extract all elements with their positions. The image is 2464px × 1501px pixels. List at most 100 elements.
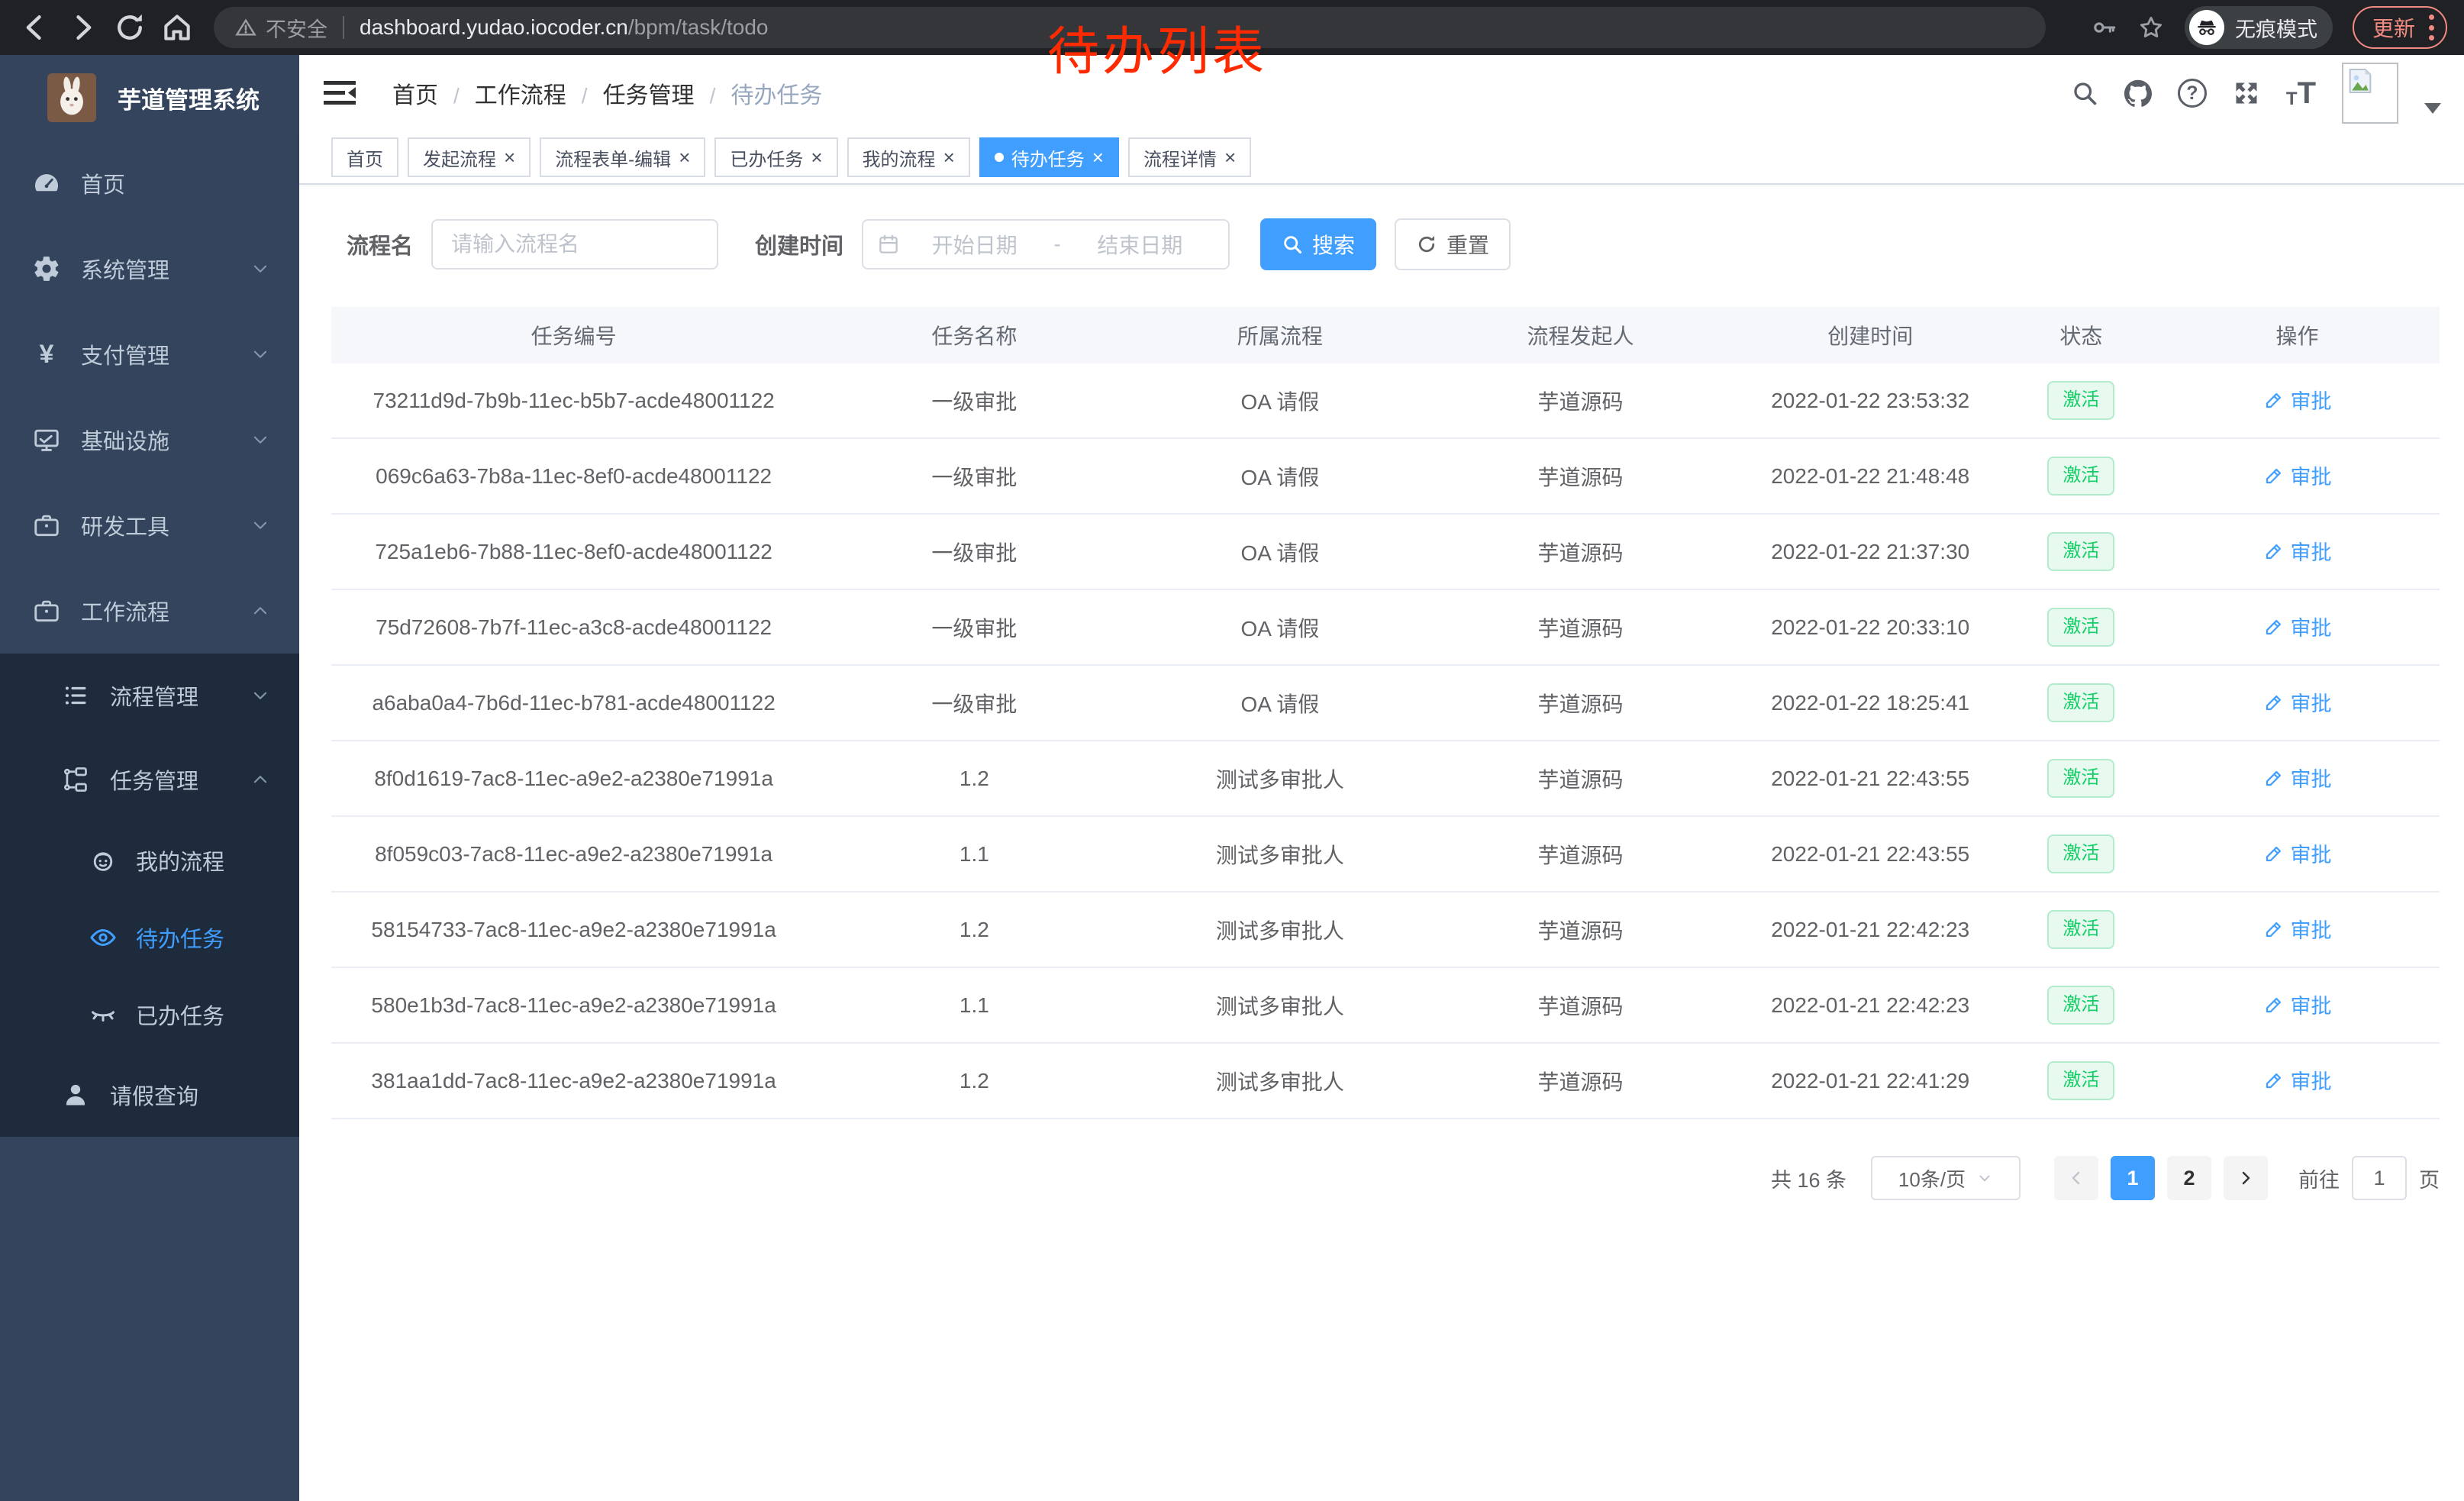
url-path[interactable]: /bpm/task/todo <box>628 15 769 40</box>
github-icon[interactable] <box>2124 79 2152 107</box>
browser-forward-icon[interactable] <box>66 11 99 44</box>
tab-todo-tasks[interactable]: 待办任务 × <box>979 137 1119 177</box>
page-number-button[interactable]: 1 <box>2111 1156 2155 1200</box>
avatar[interactable] <box>2342 63 2398 124</box>
starter-cell: 芋道源码 <box>1427 537 1733 567</box>
sidebar-item-workflow[interactable]: 工作流程 <box>0 568 299 654</box>
tab-home[interactable]: 首页 <box>331 137 398 177</box>
sidebar-item-infrastructure[interactable]: 基础设施 <box>0 397 299 483</box>
tab-label: 流程详情 <box>1143 144 1217 171</box>
search-button[interactable]: 搜索 <box>1260 218 1376 270</box>
filter-bar: 流程名 创建时间 开始日期 - 结束日期 搜索 <box>331 218 2440 270</box>
status-badge: 激活 <box>2047 759 2114 797</box>
action-cell: 审批 <box>2155 1065 2440 1096</box>
sidebar-item-system-management[interactable]: 系统管理 <box>0 226 299 311</box>
help-icon[interactable]: ? <box>2178 79 2207 108</box>
goto-page-input[interactable] <box>2352 1156 2407 1200</box>
sidebar-item-process-management[interactable]: 流程管理 <box>0 654 299 738</box>
breadcrumb-item[interactable]: 任务管理 <box>566 76 695 110</box>
approve-link[interactable]: 审批 <box>2263 385 2332 415</box>
sidebar-item-my-process[interactable]: 我的流程 <box>0 822 299 899</box>
col-actions: 操作 <box>2155 320 2440 350</box>
tab-process-detail[interactable]: 流程详情 × <box>1128 137 1251 177</box>
col-created: 创建时间 <box>1734 320 2008 350</box>
task-name-cell: 1.1 <box>816 993 1132 1018</box>
incognito-icon <box>2189 10 2224 45</box>
action-cell: 审批 <box>2155 612 2440 643</box>
end-date-placeholder[interactable]: 结束日期 <box>1066 229 1214 260</box>
approve-link[interactable]: 审批 <box>2263 536 2332 566</box>
approve-link[interactable]: 审批 <box>2263 687 2332 717</box>
fullscreen-icon[interactable] <box>2233 79 2260 107</box>
browser-home-icon[interactable] <box>160 11 194 44</box>
browser-update-button[interactable]: 更新 <box>2353 6 2447 49</box>
close-icon[interactable]: × <box>1092 147 1104 167</box>
action-cell: 审批 <box>2155 763 2440 794</box>
approve-label: 审批 <box>2291 763 2332 792</box>
created-cell: 2022-01-21 22:43:55 <box>1734 842 2008 867</box>
task-name-cell: 一级审批 <box>816 688 1132 718</box>
browser-back-icon[interactable] <box>18 11 52 44</box>
page-size-select[interactable]: 10条/页 <box>1871 1156 2021 1200</box>
font-size-icon[interactable]: TT <box>2286 78 2316 108</box>
eye-closed-icon <box>89 1000 118 1029</box>
sidebar-item-dev-tools[interactable]: 研发工具 <box>0 483 299 568</box>
starter-cell: 芋道源码 <box>1427 1066 1733 1096</box>
approve-link[interactable]: 审批 <box>2263 460 2332 490</box>
tab-process-form-edit[interactable]: 流程表单-编辑 × <box>540 137 705 177</box>
sidebar-item-payment-management[interactable]: ¥ 支付管理 <box>0 311 299 397</box>
breadcrumb-item[interactable]: 首页 <box>392 76 438 110</box>
sidebar-collapse-icon[interactable] <box>322 78 357 108</box>
created-cell: 2022-01-21 22:41:29 <box>1734 1069 2008 1093</box>
start-date-placeholder[interactable]: 开始日期 <box>900 229 1049 260</box>
breadcrumb-item[interactable]: 工作流程 <box>438 76 566 110</box>
status-cell: 激活 <box>2008 457 2155 495</box>
sidebar-item-home[interactable]: 首页 <box>0 140 299 226</box>
update-label[interactable]: 更新 <box>2372 12 2415 43</box>
process-name-input[interactable] <box>431 219 718 270</box>
avatar-caret-icon[interactable] <box>2424 103 2441 114</box>
edit-pen-icon <box>2263 767 2285 789</box>
approve-link[interactable]: 审批 <box>2263 989 2332 1019</box>
prev-page-button[interactable] <box>2054 1156 2098 1200</box>
sidebar-item-leave-query[interactable]: 请假查询 <box>0 1053 299 1137</box>
status-badge: 激活 <box>2047 381 2114 419</box>
chevron-down-icon <box>250 259 270 279</box>
close-icon[interactable]: × <box>943 147 955 167</box>
edit-pen-icon <box>2263 465 2285 486</box>
browser-reload-icon[interactable] <box>113 11 147 44</box>
approve-link[interactable]: 审批 <box>2263 763 2332 792</box>
bookmark-star-icon[interactable] <box>2137 14 2165 41</box>
next-page-button[interactable] <box>2224 1156 2268 1200</box>
close-icon[interactable]: × <box>679 147 690 167</box>
incognito-label: 无痕模式 <box>2235 13 2317 43</box>
approve-link[interactable]: 审批 <box>2263 612 2332 641</box>
approve-link[interactable]: 审批 <box>2263 1065 2332 1095</box>
close-icon[interactable]: × <box>504 147 515 167</box>
close-icon[interactable]: × <box>1224 147 1236 167</box>
approve-link[interactable]: 审批 <box>2263 838 2332 868</box>
breadcrumb-item[interactable]: 待办任务 <box>695 76 823 110</box>
task-id-cell: 069c6a63-7b8a-11ec-8ef0-acde48001122 <box>331 464 816 489</box>
app-logo-row[interactable]: 芋道管理系统 <box>0 55 299 140</box>
tab-my-process[interactable]: 我的流程 × <box>847 137 970 177</box>
reset-button[interactable]: 重置 <box>1395 218 1511 270</box>
approve-link[interactable]: 审批 <box>2263 914 2332 944</box>
tab-done-tasks[interactable]: 已办任务 × <box>714 137 837 177</box>
tab-start-process[interactable]: 发起流程 × <box>408 137 531 177</box>
approve-label: 审批 <box>2291 612 2332 641</box>
sidebar-item-todo-tasks[interactable]: 待办任务 <box>0 899 299 976</box>
task-name-cell: 一级审批 <box>816 461 1132 492</box>
browser-menu-icon[interactable] <box>2427 15 2435 40</box>
date-range-picker[interactable]: 开始日期 - 结束日期 <box>862 219 1230 270</box>
search-icon[interactable] <box>2071 79 2098 107</box>
col-task-name: 任务名称 <box>816 320 1132 350</box>
url-host[interactable]: dashboard.yudao.iocoder.cn <box>360 15 628 40</box>
page-number-button[interactable]: 2 <box>2167 1156 2211 1200</box>
password-key-icon[interactable] <box>2091 15 2117 40</box>
close-icon[interactable]: × <box>811 147 822 167</box>
sidebar-item-task-management[interactable]: 任务管理 <box>0 738 299 822</box>
security-label[interactable]: 不安全 <box>266 13 327 43</box>
sidebar-item-done-tasks[interactable]: 已办任务 <box>0 976 299 1053</box>
tab-label: 首页 <box>347 144 383 171</box>
